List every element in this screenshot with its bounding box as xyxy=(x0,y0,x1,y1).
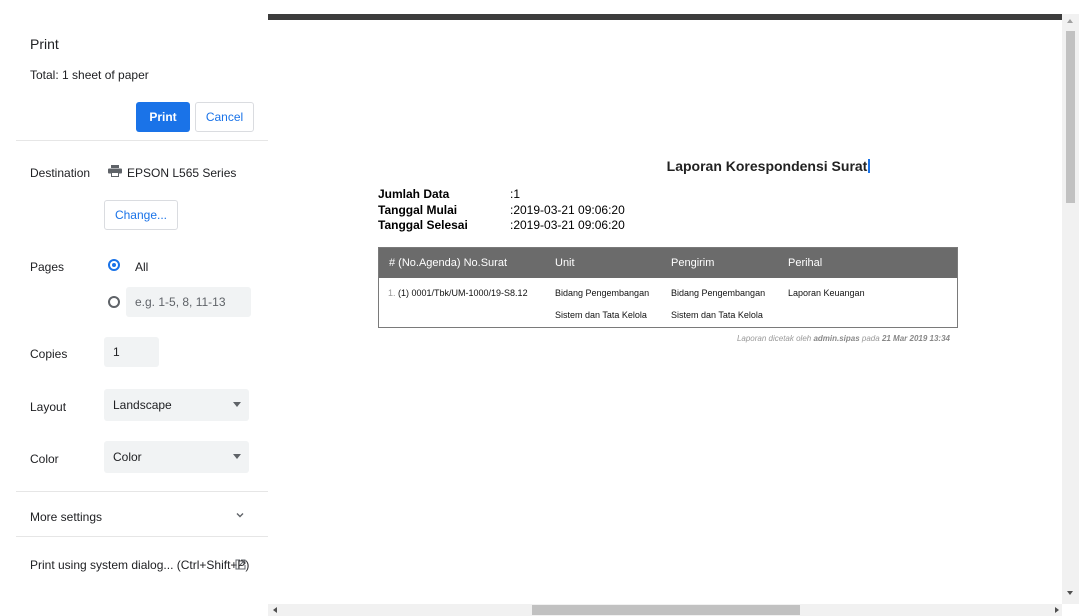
layout-select[interactable]: Landscape xyxy=(104,389,249,421)
report-table: # (No.Agenda) No.Surat Unit Pengirim Per… xyxy=(378,247,958,328)
print-preview: Laporan Korespondensi Surat Jumlah Data … xyxy=(268,14,1062,604)
scroll-up-icon[interactable] xyxy=(1067,19,1073,23)
copies-label: Copies xyxy=(30,347,68,361)
pages-all-label: All xyxy=(135,260,149,274)
divider xyxy=(16,536,268,537)
color-select[interactable]: Color xyxy=(104,441,249,473)
cell-unit: Sistem dan Tata Kelola xyxy=(555,310,647,320)
column-header: Pengirim xyxy=(671,257,715,269)
meta-value: :2019-03-21 09:06:20 xyxy=(510,218,625,232)
color-label: Color xyxy=(30,452,59,466)
column-header: Perihal xyxy=(788,257,823,269)
pages-all-radio[interactable] xyxy=(108,259,120,271)
row-number: 1. xyxy=(388,288,396,298)
chevron-down-icon xyxy=(233,454,241,459)
change-destination-button[interactable]: Change... xyxy=(104,200,178,230)
chevron-down-icon xyxy=(233,402,241,407)
meta-value: :2019-03-21 09:06:20 xyxy=(510,203,625,217)
chevron-down-icon[interactable] xyxy=(236,511,244,519)
cancel-button[interactable]: Cancel xyxy=(195,102,254,132)
preview-top-bar xyxy=(268,14,1062,20)
layout-label: Layout xyxy=(30,400,67,414)
horizontal-scroll-thumb[interactable] xyxy=(532,605,800,615)
report-title: Laporan Korespondensi Surat xyxy=(268,158,1079,174)
meta-key: Tanggal Selesai xyxy=(378,218,468,232)
divider xyxy=(16,491,268,492)
destination-value: EPSON L565 Series xyxy=(127,166,237,180)
panel-title: Print xyxy=(30,36,59,52)
report-title-text: Laporan Korespondensi Surat xyxy=(666,158,868,174)
footnote-date: 21 Mar 2019 13:34 xyxy=(881,334,950,343)
meta-value: :1 xyxy=(510,187,521,201)
more-settings-toggle[interactable]: More settings xyxy=(30,510,102,524)
scroll-right-icon[interactable] xyxy=(1055,607,1059,613)
column-header: # (No.Agenda) No.Surat xyxy=(389,257,508,269)
meta-key: Jumlah Data xyxy=(378,187,450,201)
pages-custom-radio[interactable] xyxy=(108,296,120,308)
footnote-prefix: Laporan dicetak oleh xyxy=(736,334,814,343)
copies-input[interactable]: 1 xyxy=(104,337,159,367)
color-value: Color xyxy=(113,450,142,464)
print-button[interactable]: Print xyxy=(136,102,190,132)
print-settings-panel: Print Total: 1 sheet of paper Print Canc… xyxy=(16,14,268,616)
system-dialog-link[interactable]: Print using system dialog... (Ctrl+Shift… xyxy=(30,558,249,572)
cell-no-surat: (1) 0001/Tbk/UM-1000/19-S8.12 xyxy=(398,288,528,298)
text-cursor xyxy=(868,159,871,173)
table-header: # (No.Agenda) No.Surat Unit Pengirim Per… xyxy=(379,248,957,278)
sheet-total: Total: 1 sheet of paper xyxy=(30,68,149,82)
pages-label: Pages xyxy=(30,260,65,274)
destination-label: Destination xyxy=(30,166,91,180)
open-external-icon[interactable] xyxy=(235,559,246,570)
cell-pengirim: Bidang Pengembangan xyxy=(671,288,766,298)
print-footnote: Laporan dicetak oleh admin.sipas pada 21… xyxy=(548,334,950,343)
column-header: Unit xyxy=(555,257,575,269)
footnote-mid: pada xyxy=(859,334,882,343)
meta-key: Tanggal Mulai xyxy=(378,203,458,217)
scroll-down-icon[interactable] xyxy=(1067,591,1073,595)
pages-range-input[interactable]: e.g. 1-5, 8, 11-13 xyxy=(126,287,251,317)
footnote-user: admin.sipas xyxy=(813,334,860,343)
layout-value: Landscape xyxy=(113,398,172,412)
vertical-scroll-thumb[interactable] xyxy=(1066,31,1075,203)
scroll-left-icon[interactable] xyxy=(273,607,277,613)
cell-perihal: Laporan Keuangan xyxy=(788,288,865,298)
cell-unit: Bidang Pengembangan xyxy=(555,288,650,298)
cell-pengirim: Sistem dan Tata Kelola xyxy=(671,310,763,320)
printer-icon xyxy=(108,165,122,177)
divider xyxy=(16,140,268,141)
print-dialog: Print Total: 1 sheet of paper Print Canc… xyxy=(0,0,1079,616)
